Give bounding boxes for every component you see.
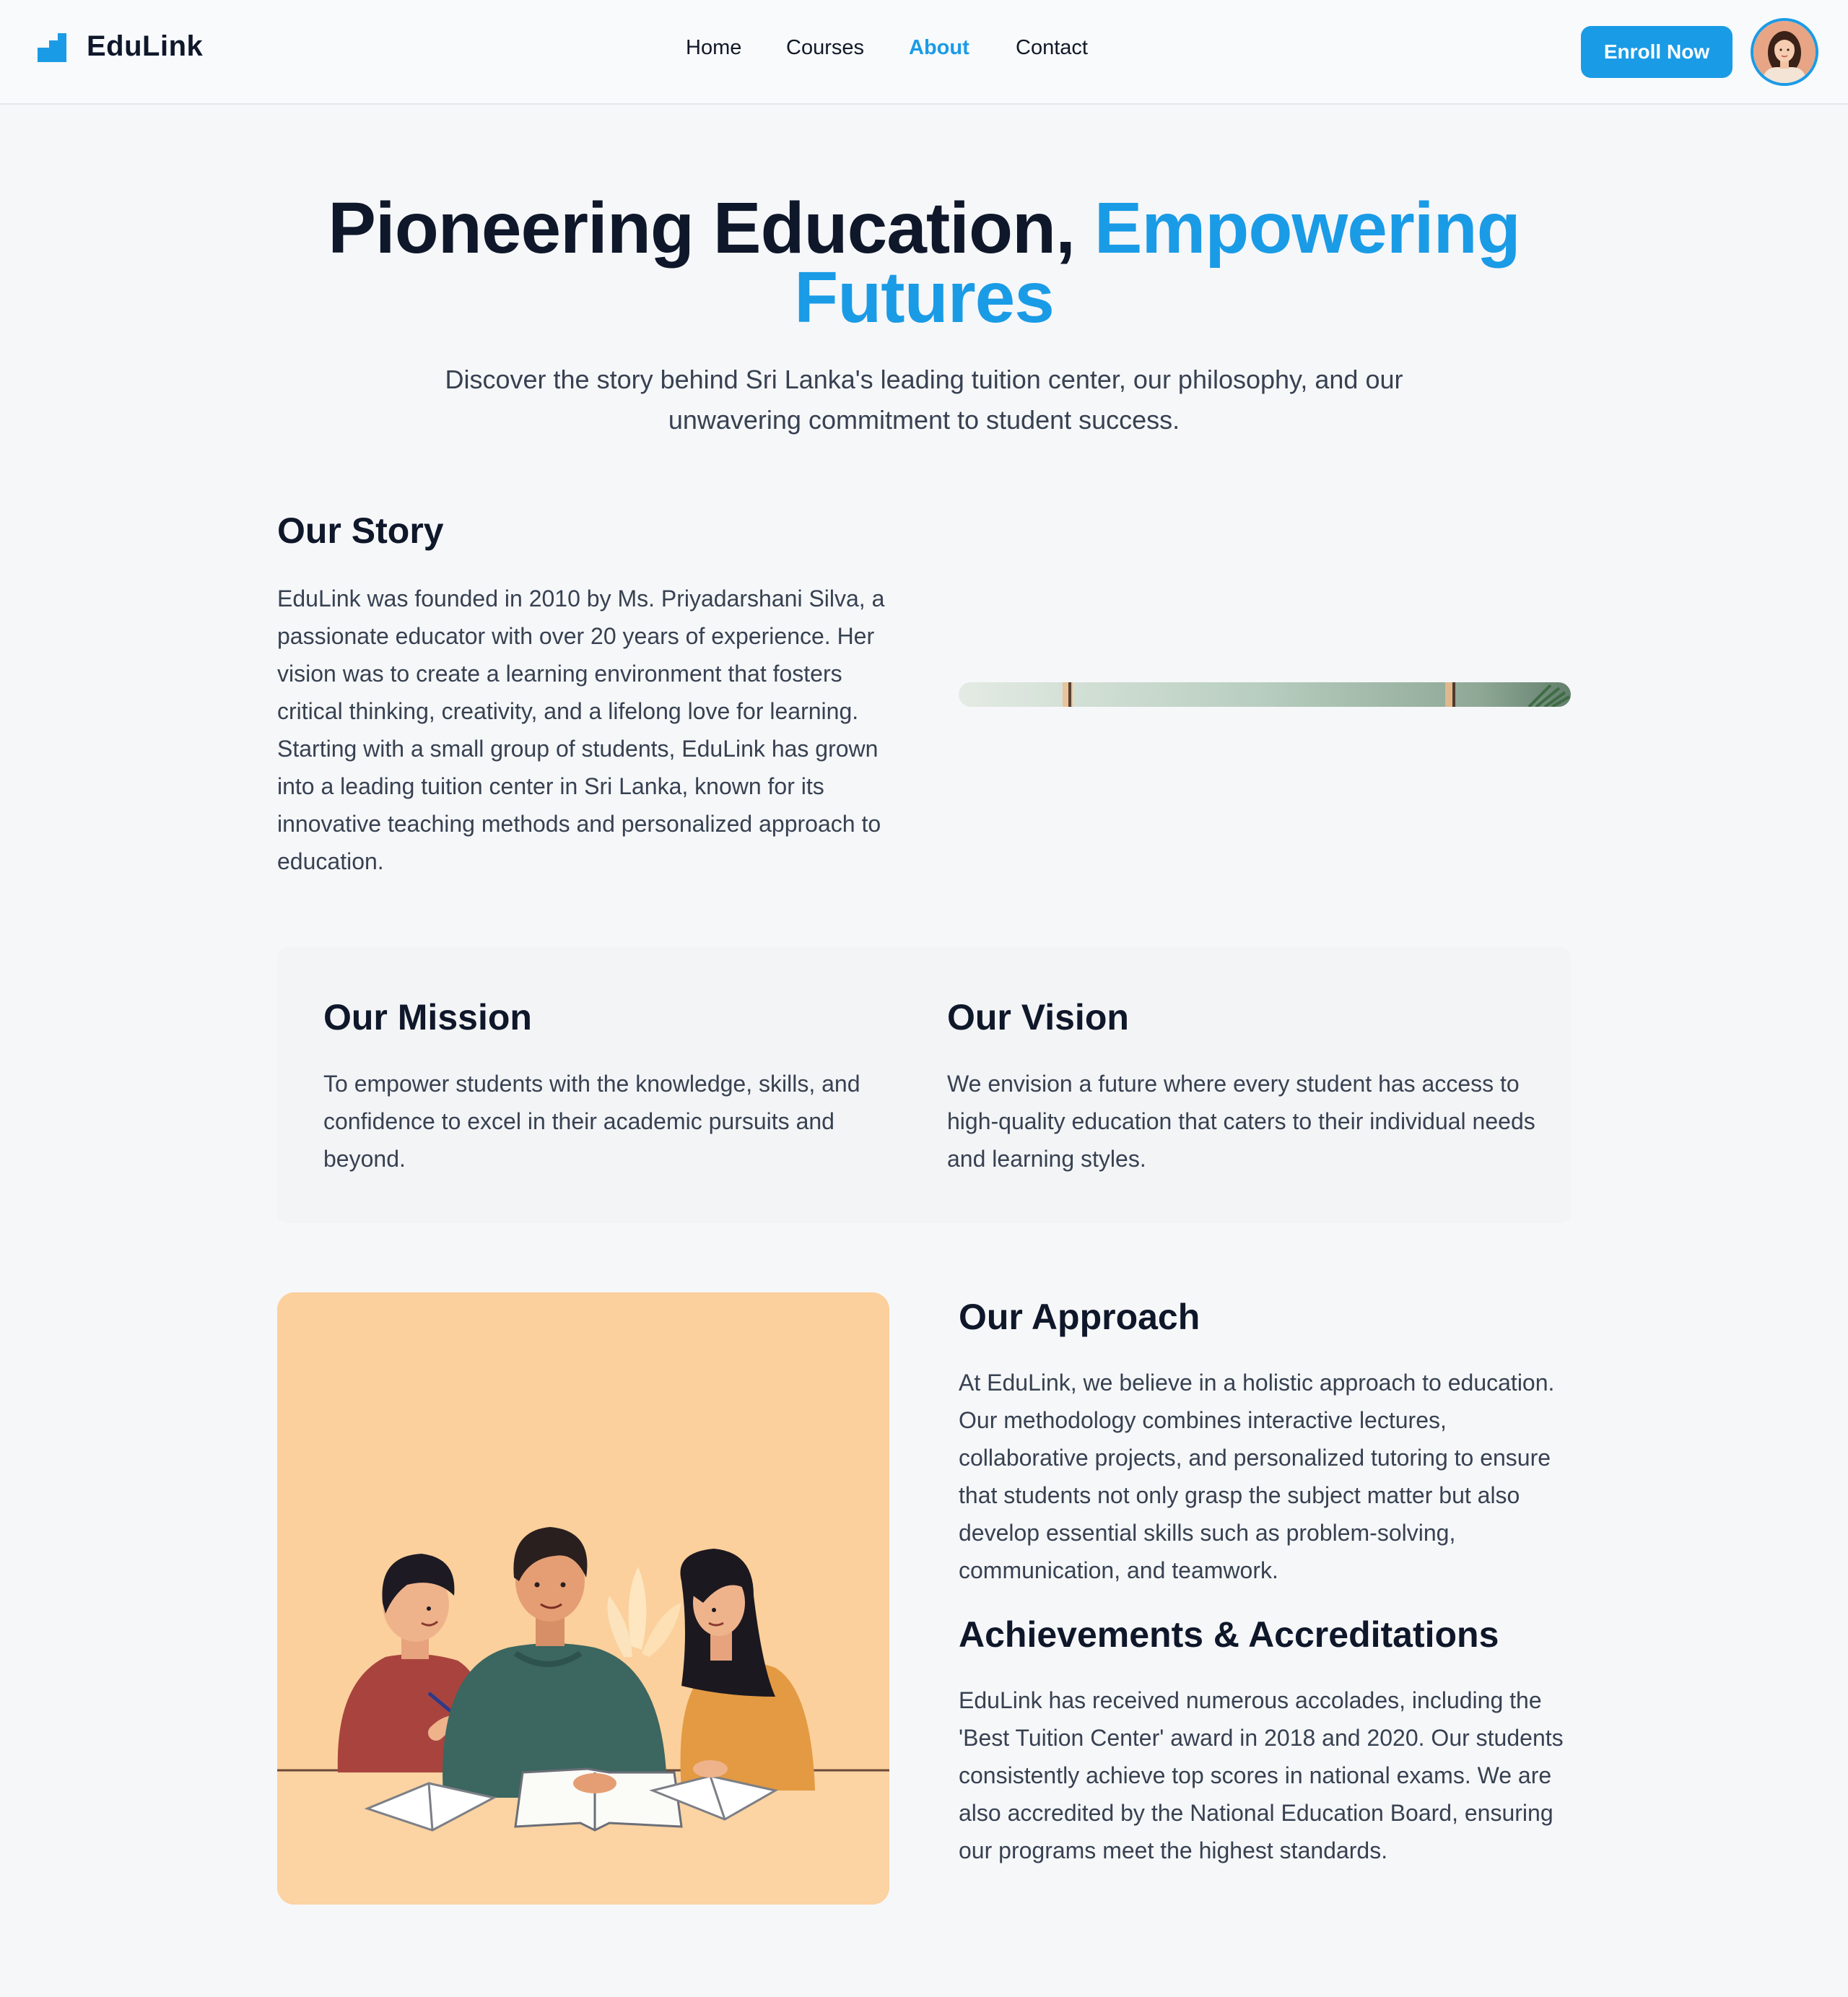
nav-contact[interactable]: Contact <box>1016 36 1088 60</box>
approach-text: At EduLink, we believe in a holistic app… <box>959 1370 1555 1583</box>
vision-text: We envision a future where every student… <box>947 1071 1535 1172</box>
hero-title: Pioneering Education, Empowering Futures <box>202 192 1646 334</box>
hero-subtitle: Discover the story behind Sri Lanka's le… <box>445 365 1403 435</box>
nav-home[interactable]: Home <box>686 36 741 60</box>
story-text: EduLink was founded in 2010 by Ms. Priya… <box>277 586 885 874</box>
story-image <box>959 682 1571 707</box>
students-studying-illustration <box>277 1292 889 1905</box>
nav-about[interactable]: About <box>909 36 969 60</box>
vision-title: Our Vision <box>947 997 1129 1037</box>
mission-text: To empower students with the knowledge, … <box>323 1071 860 1172</box>
user-avatar[interactable] <box>1751 18 1818 86</box>
site-header: EduLink Home Courses About Contact Enrol… <box>0 0 1848 105</box>
achievements-title: Achievements & Accreditations <box>959 1614 1499 1655</box>
mission-title: Our Mission <box>323 997 532 1037</box>
story-title: Our Story <box>277 510 444 551</box>
main-nav: Home Courses About Contact <box>0 36 1848 68</box>
achievements-text: EduLink has received numerous accolades,… <box>959 1687 1564 1863</box>
nav-courses[interactable]: Courses <box>786 36 864 60</box>
enroll-now-button[interactable]: Enroll Now <box>1581 26 1732 78</box>
approach-title: Our Approach <box>959 1297 1200 1337</box>
avatar-portrait <box>1753 21 1816 83</box>
